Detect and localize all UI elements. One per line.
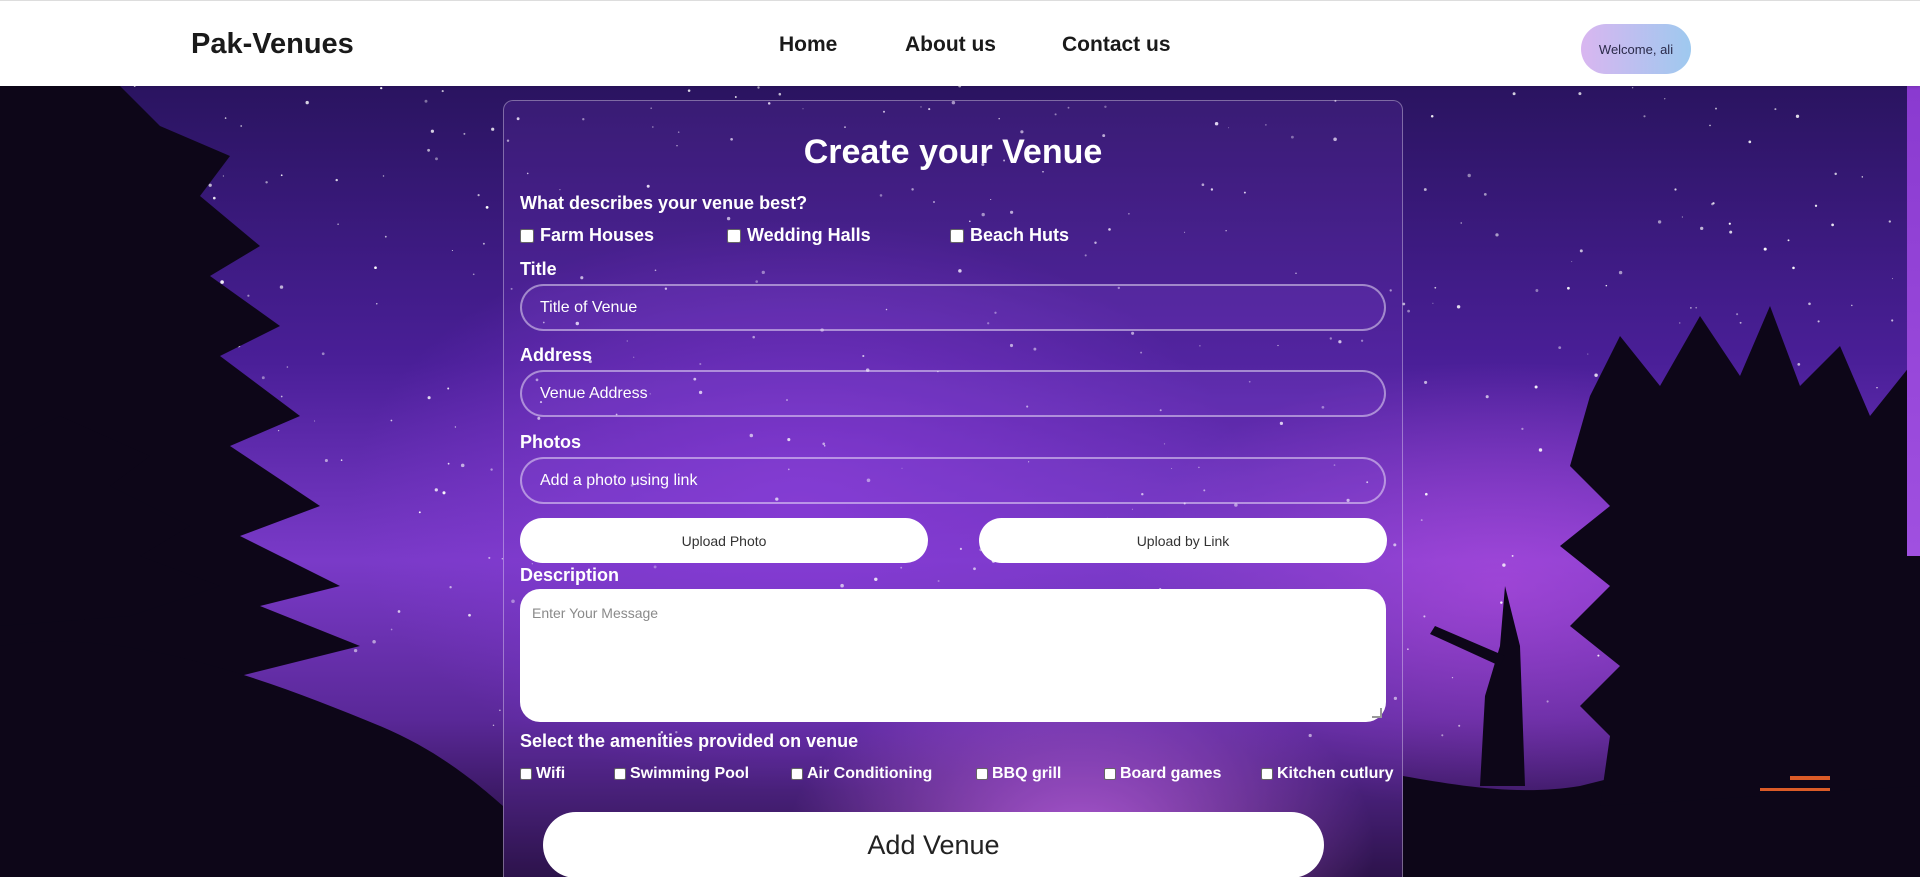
checkbox-label: Wedding Halls (747, 225, 871, 245)
description-placeholder: Enter Your Message (532, 605, 659, 621)
amenity-swimming-pool-checkbox[interactable]: Swimming Pool (614, 765, 749, 783)
category-label: What describes your venue best? (520, 193, 808, 213)
upload-by-link-button[interactable]: Upload by Link (979, 518, 1387, 563)
checkbox-label: Farm Houses (540, 225, 655, 245)
upload-photo-button[interactable]: Upload Photo (520, 518, 928, 563)
checkbox-box[interactable] (791, 768, 803, 780)
address-input[interactable]: Venue Address (520, 370, 1386, 417)
category-beach-huts-checkbox[interactable]: Beach Huts (950, 225, 1069, 246)
checkbox-box[interactable] (976, 768, 988, 780)
site-logo[interactable]: Pak-Venues (191, 28, 354, 61)
checkbox-box[interactable] (727, 228, 741, 243)
top-navbar: Pak-Venues Home About us Contact us Welc… (0, 0, 1920, 86)
checkbox-box[interactable] (1104, 768, 1116, 780)
category-wedding-halls-checkbox[interactable]: Wedding Halls (727, 225, 871, 246)
checkbox-label: BBQ grill (992, 765, 1062, 782)
checkbox-box[interactable] (520, 768, 532, 780)
category-farm-houses-checkbox[interactable]: Farm Houses (520, 225, 654, 246)
description-textarea[interactable]: Enter Your Message (520, 589, 1386, 722)
checkbox-box[interactable] (1261, 768, 1273, 780)
amenity-options: Wifi Swimming Pool Air Conditioning BBQ … (520, 765, 1420, 787)
photo-link-input[interactable]: Add a photo using link (520, 457, 1386, 504)
create-venue-form: Create your Venue What describes your ve… (503, 100, 1403, 877)
amenity-bbq-grill-checkbox[interactable]: BBQ grill (976, 765, 1061, 783)
checkbox-box[interactable] (520, 228, 534, 243)
nav-home-link[interactable]: Home (779, 33, 879, 57)
checkbox-label: Kitchen cutlury (1277, 765, 1394, 782)
nav-about-link[interactable]: About us (905, 33, 1035, 57)
checkbox-label: Air Conditioning (807, 765, 933, 782)
category-options: Farm Houses Wedding Halls Beach Huts (520, 225, 1400, 247)
welcome-user-button[interactable]: Welcome, ali (1581, 24, 1691, 74)
amenities-label: Select the amenities provided on venue (520, 731, 859, 751)
nav-contact-link[interactable]: Contact us (1062, 33, 1212, 57)
description-label: Description (520, 565, 620, 585)
amenity-board-games-checkbox[interactable]: Board games (1104, 765, 1221, 783)
checkbox-box[interactable] (614, 768, 626, 780)
checkbox-label: Wifi (536, 765, 566, 782)
checkbox-label: Beach Huts (970, 225, 1070, 245)
amenity-kitchen-cutlury-checkbox[interactable]: Kitchen cutlury (1261, 765, 1393, 783)
add-venue-button[interactable]: Add Venue (543, 812, 1324, 877)
resize-handle-icon[interactable] (1372, 708, 1382, 718)
amenity-wifi-checkbox[interactable]: Wifi (520, 765, 565, 783)
checkbox-label: Swimming Pool (630, 765, 750, 782)
scrollbar-thumb[interactable] (1907, 86, 1920, 556)
amenity-air-conditioning-checkbox[interactable]: Air Conditioning (791, 765, 932, 783)
checkbox-box[interactable] (950, 228, 964, 243)
photos-label: Photos (520, 432, 581, 452)
title-input[interactable]: Title of Venue (520, 284, 1386, 331)
form-title: Create your Venue (803, 133, 1103, 171)
title-label: Title (520, 259, 557, 279)
address-label: Address (520, 345, 593, 365)
checkbox-label: Board games (1120, 765, 1222, 782)
